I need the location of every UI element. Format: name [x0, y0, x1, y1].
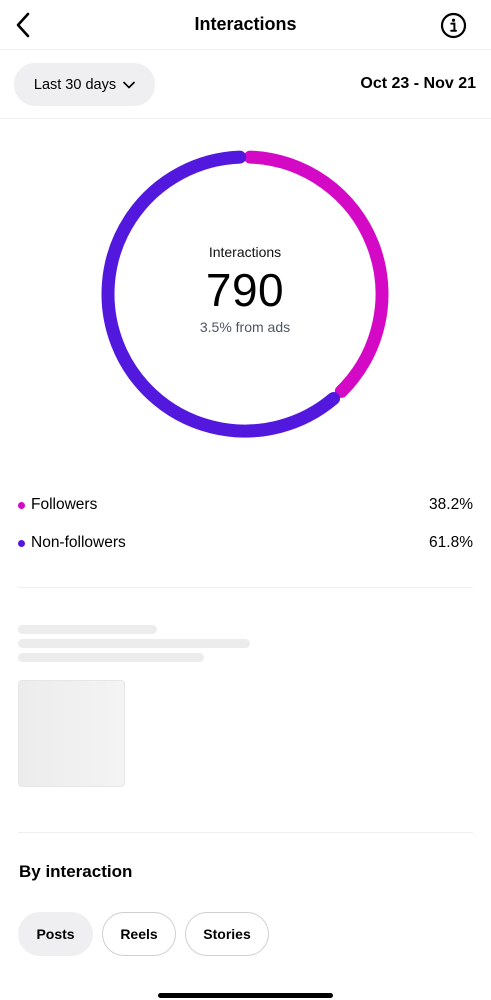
info-circle-icon	[440, 12, 467, 39]
legend-percent: 61.8%	[429, 534, 473, 551]
divider	[18, 587, 473, 588]
divider	[0, 118, 491, 119]
tab-stories[interactable]: Stories	[185, 912, 269, 956]
header-bar: Interactions	[0, 0, 491, 50]
ring-center: Interactions 790 3.5% from ads	[95, 244, 395, 335]
interactions-screen: Interactions Last 30 days Oct 23 - Nov 2…	[0, 0, 491, 1000]
legend-label: Followers	[31, 496, 98, 513]
date-range-text: Oct 23 - Nov 21	[360, 75, 476, 92]
legend-label: Non-followers	[31, 534, 126, 551]
date-range-dropdown-label: Last 30 days	[33, 76, 117, 93]
tab-reels[interactable]: Reels	[102, 912, 176, 956]
tab-posts[interactable]: Posts	[18, 912, 93, 956]
skeleton-line	[18, 639, 250, 648]
skeleton-line	[18, 625, 157, 634]
home-indicator	[158, 993, 333, 998]
section-title: By interaction	[19, 862, 133, 881]
page-title: Interactions	[194, 14, 297, 34]
legend-row-non-followers: Non-followers 61.8%	[18, 532, 473, 554]
ads-percentage: 3.5% from ads	[199, 319, 291, 336]
chevron-down-icon	[123, 81, 135, 88]
interactions-count: 790	[205, 264, 285, 316]
skeleton-line	[18, 653, 204, 662]
skeleton-thumbnail	[18, 680, 125, 787]
legend-dot	[18, 501, 25, 509]
ring-label: Interactions	[208, 244, 282, 260]
info-button[interactable]	[440, 12, 467, 39]
date-range-dropdown[interactable]: Last 30 days	[14, 63, 155, 106]
divider	[18, 832, 473, 833]
legend-percent: 38.2%	[429, 496, 473, 513]
legend-dot	[18, 539, 25, 547]
legend-row-followers: Followers 38.2%	[18, 494, 473, 516]
